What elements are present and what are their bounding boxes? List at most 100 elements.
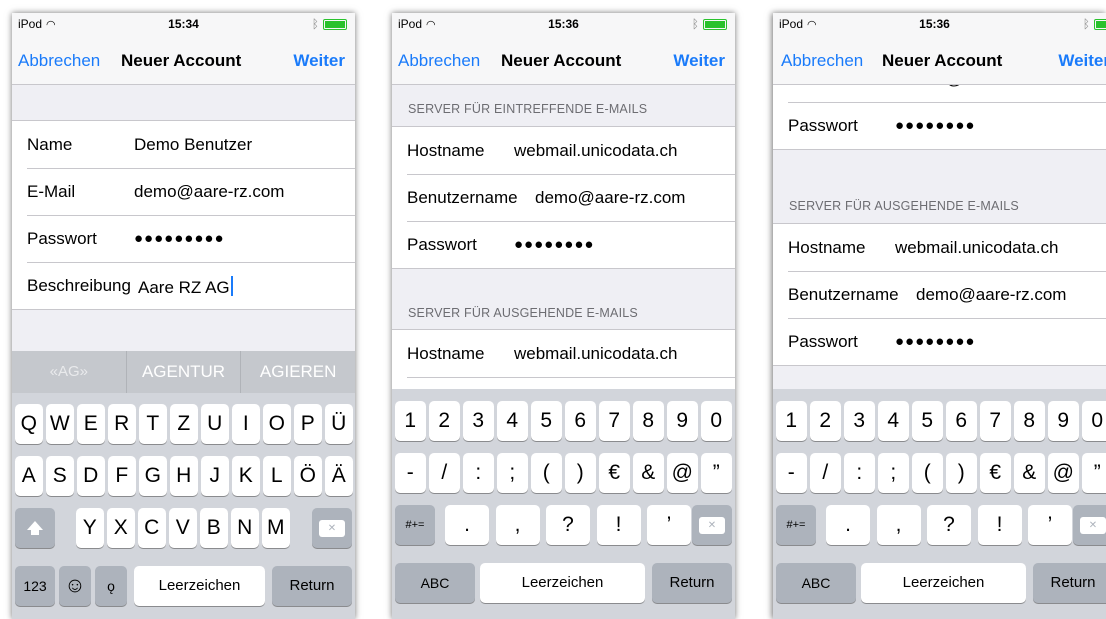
key-symbol[interactable]: @ — [667, 453, 698, 493]
key-symbol[interactable]: / — [810, 453, 841, 493]
key-symbol[interactable]: @ — [1048, 453, 1079, 493]
cancel-button[interactable]: Abbrechen — [398, 51, 480, 71]
next-button[interactable]: Weiter — [293, 51, 345, 71]
key-symbol[interactable]: ’ — [1028, 505, 1072, 545]
key-9[interactable]: 9 — [1048, 401, 1079, 441]
key-k[interactable]: K — [232, 456, 260, 496]
return-key[interactable]: Return — [272, 566, 352, 606]
key-symbol[interactable]: ) — [565, 453, 596, 493]
delete-key[interactable] — [692, 505, 732, 545]
key-symbol[interactable]: , — [495, 505, 540, 545]
key-symbol[interactable]: ( — [531, 453, 562, 493]
key-symbol[interactable]: ) — [946, 453, 977, 493]
outgoing-username-row[interactable]: Benutzername demo@aare-rz.com — [773, 271, 1106, 318]
incoming-username-field[interactable]: demo@aare-rz.com — [535, 188, 685, 208]
key-symbol[interactable]: ” — [1082, 453, 1106, 493]
dictation-key[interactable]: ǫ — [95, 566, 127, 606]
abc-key[interactable]: ABC — [395, 563, 475, 603]
key-6[interactable]: 6 — [946, 401, 977, 441]
key-q[interactable]: Q — [15, 404, 43, 444]
key-8[interactable]: 8 — [633, 401, 664, 441]
symbols-key[interactable]: #+= — [776, 505, 816, 545]
incoming-password-row[interactable]: Passwort ●●●●●●●● — [773, 102, 1106, 149]
key-z[interactable]: Z — [170, 404, 198, 444]
incoming-hostname-field[interactable]: webmail.unicodata.ch — [514, 141, 677, 161]
description-field[interactable]: Aare RZ AG — [138, 276, 233, 298]
key-symbol[interactable]: € — [599, 453, 630, 493]
key-0[interactable]: 0 — [701, 401, 732, 441]
key-v[interactable]: V — [169, 508, 197, 548]
key-l[interactable]: L — [263, 456, 291, 496]
key-i[interactable]: I — [232, 404, 260, 444]
symbols-key[interactable]: #+= — [395, 505, 435, 545]
incoming-password-field[interactable]: ●●●●●●●● — [895, 117, 975, 134]
key-3[interactable]: 3 — [463, 401, 494, 441]
incoming-hostname-row[interactable]: Hostname webmail.unicodata.ch — [392, 127, 735, 174]
email-field[interactable]: demo@aare-rz.com — [134, 182, 284, 202]
key-symbol[interactable]: : — [844, 453, 875, 493]
delete-key[interactable] — [312, 508, 352, 548]
key-g[interactable]: G — [139, 456, 167, 496]
key-ü[interactable]: Ü — [325, 404, 353, 444]
key-s[interactable]: S — [46, 456, 74, 496]
key-o[interactable]: O — [263, 404, 291, 444]
space-key[interactable]: Leerzeichen — [134, 566, 265, 606]
key-ä[interactable]: Ä — [325, 456, 353, 496]
outgoing-username-field[interactable]: demo@aare-rz.com — [916, 285, 1066, 305]
cancel-button[interactable]: Abbrechen — [18, 51, 100, 71]
key-symbol[interactable]: . — [826, 505, 870, 545]
key-7[interactable]: 7 — [980, 401, 1011, 441]
email-row[interactable]: E-Mail demo@aare-rz.com — [12, 168, 355, 215]
key-7[interactable]: 7 — [599, 401, 630, 441]
key-4[interactable]: 4 — [497, 401, 528, 441]
name-row[interactable]: Name Demo Benutzer — [12, 121, 355, 168]
return-key[interactable]: Return — [1033, 563, 1106, 603]
key-3[interactable]: 3 — [844, 401, 875, 441]
key-f[interactable]: F — [108, 456, 136, 496]
outgoing-password-row[interactable]: Passwort ●●●●●●●● — [773, 318, 1106, 365]
name-field[interactable]: Demo Benutzer — [134, 135, 252, 155]
abc-key[interactable]: ABC — [776, 563, 856, 603]
outgoing-hostname-field[interactable]: webmail.unicodata.ch — [895, 238, 1058, 258]
key-u[interactable]: U — [201, 404, 229, 444]
key-6[interactable]: 6 — [565, 401, 596, 441]
key-symbol[interactable]: ” — [701, 453, 732, 493]
key-t[interactable]: T — [139, 404, 167, 444]
key-symbol[interactable]: ; — [497, 453, 528, 493]
outgoing-password-field[interactable]: ●●●●●●●● — [895, 333, 975, 350]
key-symbol[interactable]: ! — [977, 505, 1022, 545]
key-symbol[interactable]: € — [980, 453, 1011, 493]
key-symbol[interactable]: / — [429, 453, 460, 493]
key-5[interactable]: 5 — [912, 401, 943, 441]
key-2[interactable]: 2 — [810, 401, 841, 441]
key-j[interactable]: J — [201, 456, 229, 496]
key-9[interactable]: 9 — [667, 401, 698, 441]
suggestion-3[interactable]: AGIEREN — [241, 351, 355, 393]
key-symbol[interactable]: , — [876, 505, 921, 545]
space-key[interactable]: Leerzeichen — [480, 563, 645, 603]
key-symbol[interactable]: ’ — [647, 505, 691, 545]
key-r[interactable]: R — [108, 404, 136, 444]
incoming-password-row[interactable]: Passwort ●●●●●●●● — [392, 221, 735, 268]
key-symbol[interactable]: - — [776, 453, 807, 493]
key-d[interactable]: D — [77, 456, 105, 496]
shift-key[interactable] — [15, 508, 55, 548]
outgoing-hostname-row[interactable]: Hostname webmail.unicodata.ch — [773, 224, 1106, 271]
emoji-key[interactable]: ☺ — [59, 566, 91, 606]
key-n[interactable]: N — [231, 508, 259, 548]
key-symbol[interactable]: ! — [596, 505, 641, 545]
key-symbol[interactable]: ; — [878, 453, 909, 493]
next-button[interactable]: Weiter — [673, 51, 725, 71]
key-h[interactable]: H — [170, 456, 198, 496]
description-row[interactable]: Beschreibung Aare RZ AG — [12, 262, 355, 309]
next-button[interactable]: Weiter — [1058, 51, 1106, 71]
key-0[interactable]: 0 — [1082, 401, 1106, 441]
key-symbol[interactable]: & — [633, 453, 664, 493]
key-p[interactable]: P — [294, 404, 322, 444]
key-5[interactable]: 5 — [531, 401, 562, 441]
key-symbol[interactable]: ? — [927, 505, 971, 545]
suggestion-2[interactable]: AGENTUR — [127, 351, 242, 393]
password-row[interactable]: Passwort ●●●●●●●●● — [12, 215, 355, 262]
key-ö[interactable]: Ö — [294, 456, 322, 496]
outgoing-hostname-field[interactable]: webmail.unicodata.ch — [514, 344, 677, 364]
